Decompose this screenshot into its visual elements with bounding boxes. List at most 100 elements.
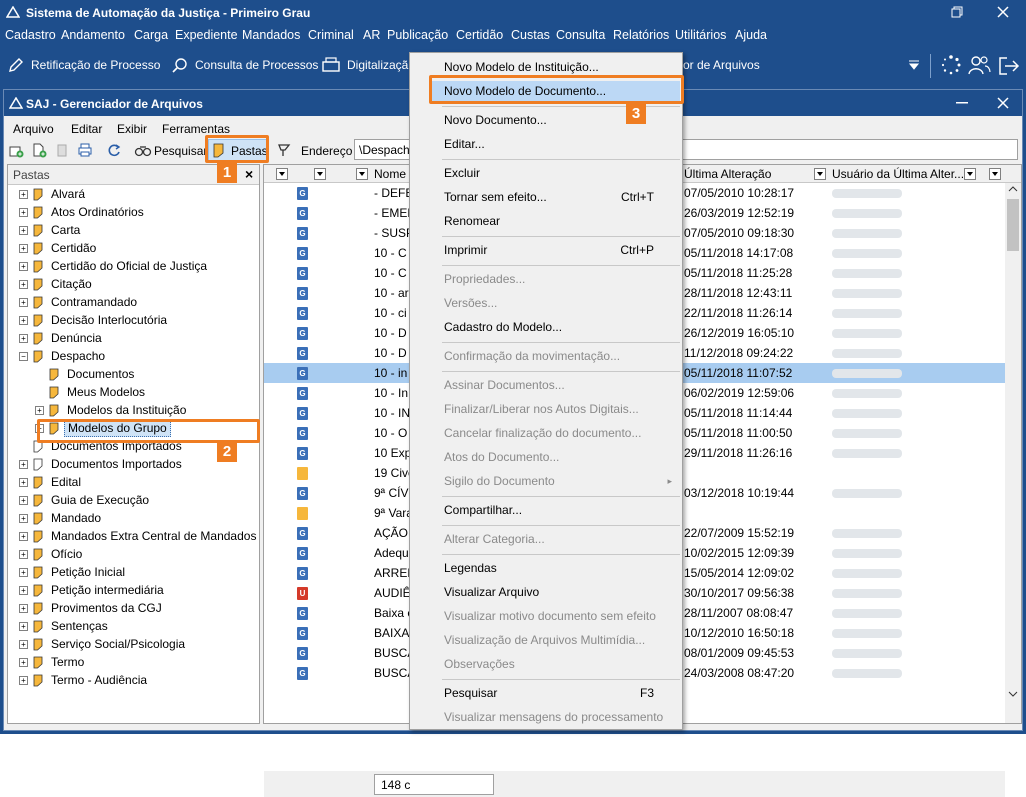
menu-ferramentas[interactable]: Ferramentas xyxy=(162,122,230,136)
toolbar-pesquisar[interactable]: Pesquisar xyxy=(154,144,207,158)
tree-item[interactable]: + Petição Inicial xyxy=(8,563,259,581)
close-panel-icon[interactable]: × xyxy=(245,166,253,182)
toolbar-gerenciador[interactable]: or de Arquivos xyxy=(683,58,760,72)
expand-icon[interactable]: + xyxy=(19,190,28,199)
expand-icon[interactable]: + xyxy=(19,208,28,217)
close-button[interactable] xyxy=(983,0,1023,24)
column-ultima-alteracao[interactable]: Última Alteração xyxy=(684,167,771,181)
tree-item[interactable]: Meus Modelos xyxy=(8,383,259,401)
logout-icon[interactable] xyxy=(998,56,1020,76)
expand-icon[interactable]: + xyxy=(19,280,28,289)
context-menu-item[interactable]: Tornar sem efeito... Ctrl+T xyxy=(444,187,676,207)
menu-certidao[interactable]: Certidão xyxy=(456,28,503,42)
menu-ajuda[interactable]: Ajuda xyxy=(735,28,767,42)
context-menu-item[interactable]: Editar... xyxy=(444,134,676,154)
menu-cadastro[interactable]: Cadastro xyxy=(5,28,56,42)
scanner-icon[interactable] xyxy=(321,56,341,74)
menu-relatorios[interactable]: Relatórios xyxy=(613,28,669,42)
menu-andamento[interactable]: Andamento xyxy=(61,28,125,42)
menu-ar[interactable]: AR xyxy=(363,28,380,42)
expand-icon[interactable]: + xyxy=(19,334,28,343)
column-usuario[interactable]: Usuário da Última Alter... xyxy=(832,167,964,181)
column-filter-dropdown[interactable] xyxy=(989,168,1001,180)
context-menu-item[interactable]: Excluir xyxy=(444,163,676,183)
expand-icon[interactable]: + xyxy=(19,226,28,235)
expand-icon[interactable]: + xyxy=(19,262,28,271)
tree-item[interactable]: + Decisão Interlocutória xyxy=(8,311,259,329)
vertical-scrollbar[interactable] xyxy=(1005,183,1021,723)
tree-item[interactable]: + Contramandado xyxy=(8,293,259,311)
tree-item[interactable]: + Guia de Execução xyxy=(8,491,259,509)
search-process-icon[interactable] xyxy=(171,56,189,74)
context-menu-item[interactable]: Cadastro do Modelo... xyxy=(444,317,676,337)
tree-item[interactable]: + Mandado xyxy=(8,509,259,527)
tree-item[interactable]: + Termo xyxy=(8,653,259,671)
menu-arquivo[interactable]: Arquivo xyxy=(13,122,54,136)
expand-icon[interactable]: + xyxy=(19,676,28,685)
context-menu-item[interactable]: Pesquisar F3 xyxy=(444,683,676,703)
copy-icon[interactable] xyxy=(54,142,70,158)
tree-item[interactable]: + Modelos da Instituição xyxy=(8,401,259,419)
expand-icon[interactable]: + xyxy=(19,532,28,541)
expand-icon[interactable]: + xyxy=(35,406,44,415)
context-menu-item[interactable]: Compartilhar... xyxy=(444,500,676,520)
tree-item[interactable]: + Carta xyxy=(8,221,259,239)
expand-icon[interactable]: + xyxy=(19,316,28,325)
expand-icon[interactable]: + xyxy=(19,622,28,631)
expand-icon[interactable]: + xyxy=(19,460,28,469)
column-nome[interactable]: Nome xyxy=(374,167,406,181)
tree-item[interactable]: + Ofício xyxy=(8,545,259,563)
menu-carga[interactable]: Carga xyxy=(134,28,168,42)
new-folder-icon[interactable] xyxy=(8,142,24,158)
menu-utilitarios[interactable]: Utilitários xyxy=(675,28,726,42)
context-menu-item[interactable]: Imprimir Ctrl+P xyxy=(444,240,676,260)
tree-item[interactable]: − Despacho xyxy=(8,347,259,365)
binoculars-icon[interactable] xyxy=(134,142,152,158)
menu-mandados[interactable]: Mandados xyxy=(242,28,300,42)
column-filter-dropdown[interactable] xyxy=(276,168,288,180)
scroll-thumb[interactable] xyxy=(1007,199,1019,251)
column-filter-dropdown[interactable] xyxy=(356,168,368,180)
toolbar-consulta[interactable]: Consulta de Processos xyxy=(195,58,318,72)
edit-process-icon[interactable] xyxy=(7,56,25,74)
context-menu-item[interactable]: Novo Modelo de Instituição... xyxy=(444,57,676,77)
tree-item[interactable]: + Serviço Social/Psicologia xyxy=(8,635,259,653)
expand-icon[interactable]: + xyxy=(19,496,28,505)
expand-icon[interactable]: + xyxy=(19,298,28,307)
expand-icon[interactable]: + xyxy=(19,604,28,613)
context-menu-item[interactable]: Visualizar Arquivo xyxy=(444,582,676,602)
tree-item[interactable]: + Petição intermediária xyxy=(8,581,259,599)
menu-exibir[interactable]: Exibir xyxy=(117,122,147,136)
tree-item[interactable]: + Mandados Extra Central de Mandados xyxy=(8,527,259,545)
tree-item[interactable]: + Termo - Audiência xyxy=(8,671,259,689)
menu-custas[interactable]: Custas xyxy=(511,28,550,42)
expand-icon[interactable]: + xyxy=(19,568,28,577)
tree-item[interactable]: + Citação xyxy=(8,275,259,293)
toolbar-retificacao[interactable]: Retificação de Processo xyxy=(31,58,160,72)
users-icon[interactable] xyxy=(968,54,992,76)
menu-editar[interactable]: Editar xyxy=(71,122,102,136)
restore-button[interactable] xyxy=(937,0,977,24)
collapse-icon[interactable]: − xyxy=(19,352,28,361)
context-menu-item[interactable]: Legendas xyxy=(444,558,676,578)
refresh-icon[interactable] xyxy=(106,142,122,158)
menu-publicacao[interactable]: Publicação xyxy=(387,28,448,42)
print-icon[interactable] xyxy=(77,142,93,158)
dropdown-arrow-icon[interactable] xyxy=(908,59,920,71)
scroll-up-icon[interactable] xyxy=(1008,186,1018,192)
context-menu-item[interactable]: Renomear xyxy=(444,211,676,231)
expand-icon[interactable]: + xyxy=(19,550,28,559)
expand-icon[interactable]: + xyxy=(19,586,28,595)
tree-item[interactable]: + Certidão do Oficial de Justiça xyxy=(8,257,259,275)
expand-icon[interactable]: + xyxy=(19,640,28,649)
tree-item[interactable]: + Atos Ordinatórios xyxy=(8,203,259,221)
tree-item[interactable]: + Sentenças xyxy=(8,617,259,635)
expand-icon[interactable]: + xyxy=(19,478,28,487)
toolbar-digitalizacao[interactable]: Digitalizaçã xyxy=(347,58,408,72)
minimize-icon[interactable] xyxy=(956,102,968,104)
scroll-down-icon[interactable] xyxy=(1008,691,1018,697)
new-document-icon[interactable] xyxy=(31,142,47,158)
tree-item[interactable]: + Denúncia xyxy=(8,329,259,347)
menu-criminal[interactable]: Criminal xyxy=(308,28,354,42)
tree-item[interactable]: + Edital xyxy=(8,473,259,491)
